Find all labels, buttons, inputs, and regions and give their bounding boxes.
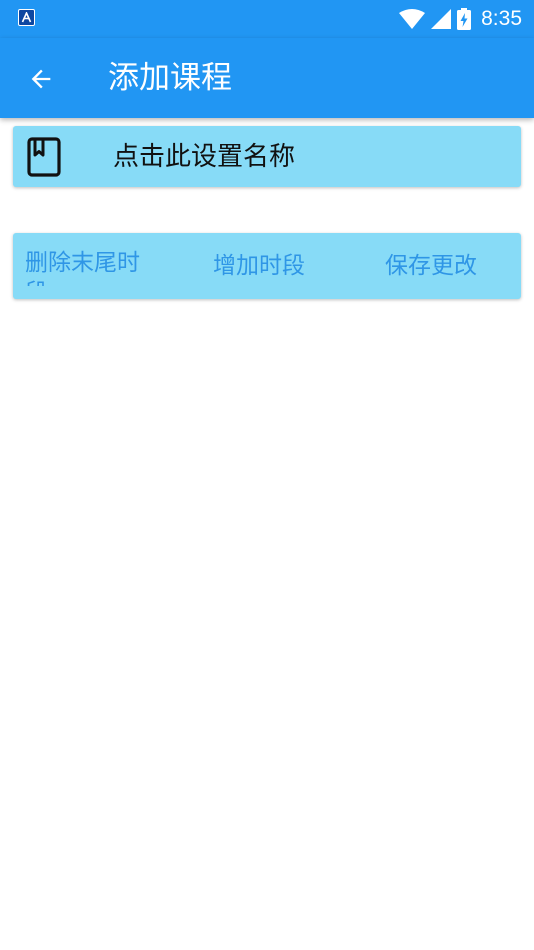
status-bar: 8:35: [0, 0, 534, 38]
screen: 8:35 添加课程 点击此设置名称 删除末尾时段 增加时段 保存更改: [0, 0, 534, 950]
page-title: 添加课程: [108, 60, 232, 96]
app-notification-icon: [18, 9, 35, 26]
save-changes-button[interactable]: 保存更改: [385, 251, 477, 281]
status-time: 8:35: [481, 7, 522, 30]
add-period-button[interactable]: 增加时段: [213, 251, 305, 281]
arrow-back-icon: [31, 69, 51, 89]
battery-charging-icon: [457, 8, 472, 30]
book-icon: [27, 137, 61, 177]
wifi-icon: [399, 9, 426, 29]
app-bar: 添加课程: [0, 38, 534, 118]
delete-last-period-button[interactable]: 删除末尾时段: [25, 248, 161, 286]
course-name-label: 点击此设置名称: [113, 142, 296, 172]
status-icons: 8:35: [399, 0, 522, 38]
period-actions-card: 删除末尾时段 增加时段 保存更改: [13, 233, 521, 299]
course-name-card[interactable]: 点击此设置名称: [13, 126, 521, 187]
back-button[interactable]: [20, 58, 62, 100]
signal-icon: [431, 9, 452, 29]
